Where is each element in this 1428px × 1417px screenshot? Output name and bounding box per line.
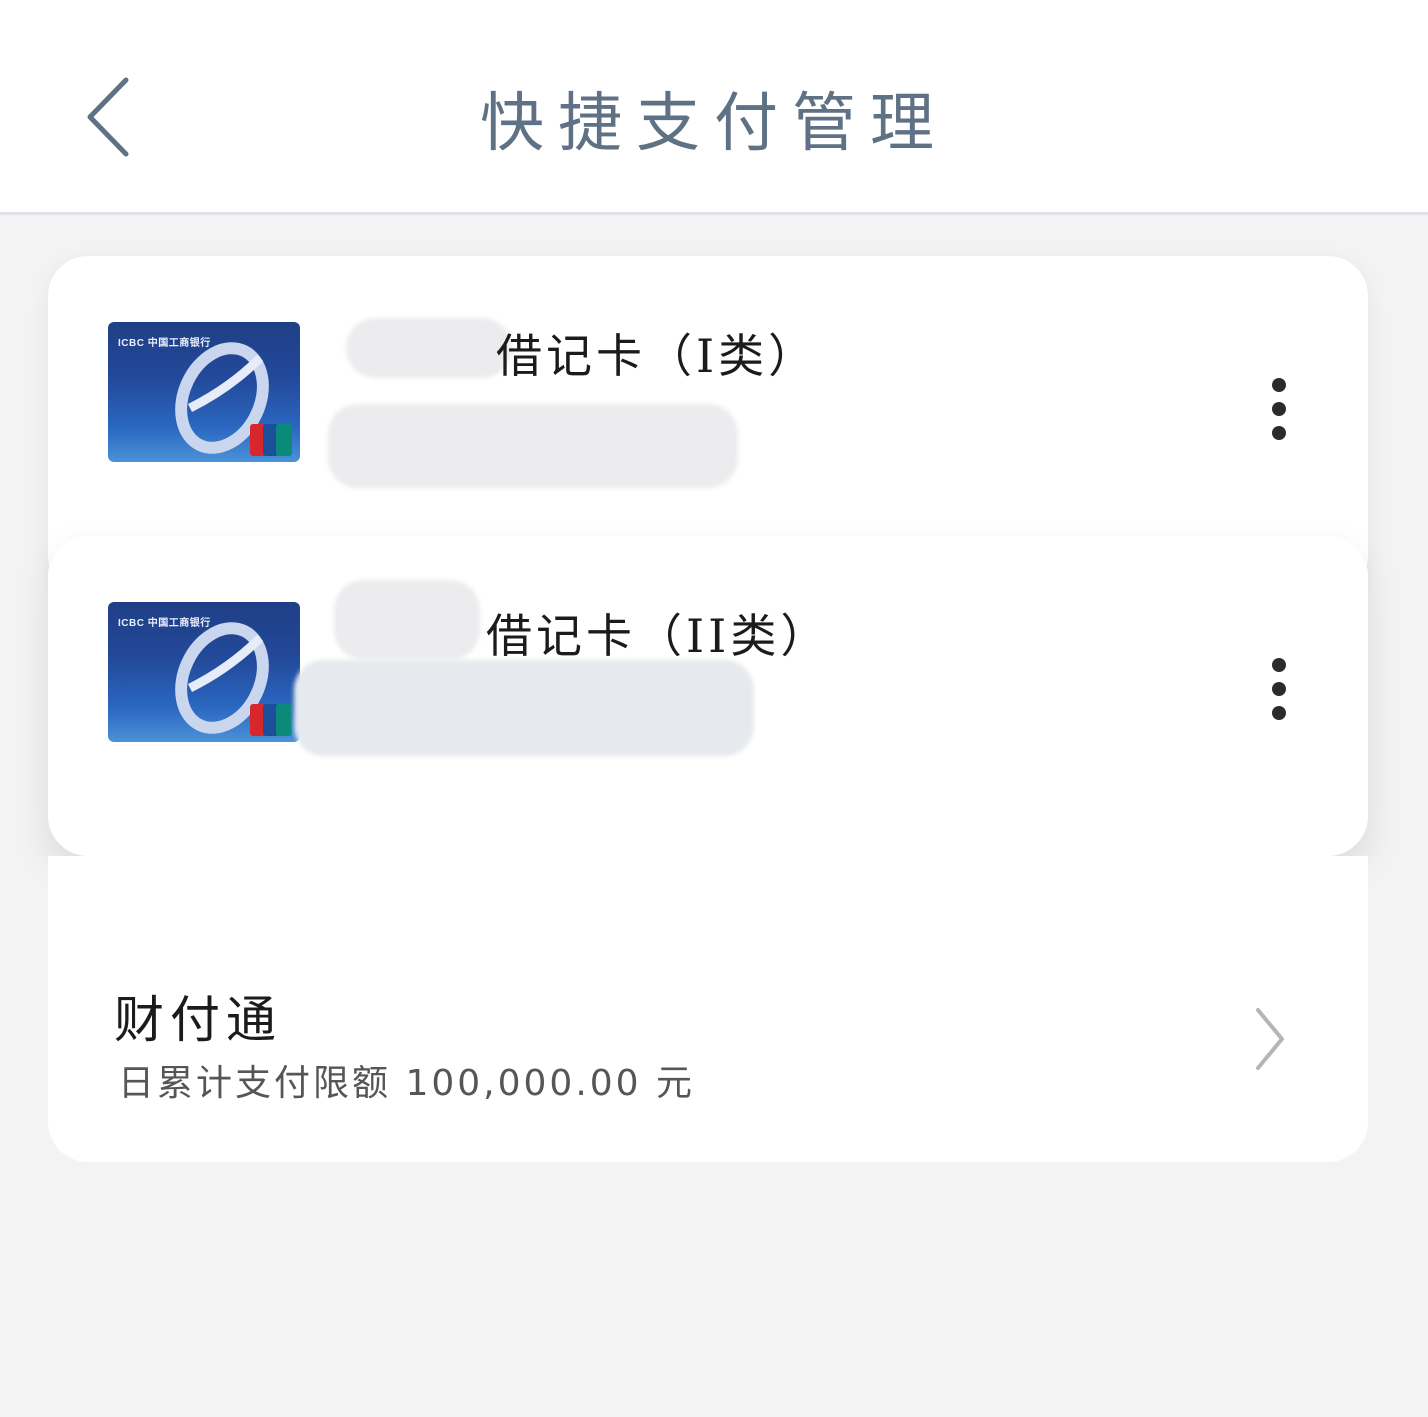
page-title: 快捷支付管理 <box>480 87 948 161</box>
unionpay-icon <box>250 704 292 736</box>
more-dot <box>1272 426 1286 440</box>
redacted-text <box>294 660 754 756</box>
unionpay-icon <box>250 424 292 456</box>
redacted-text <box>346 318 512 378</box>
tenpay-title: 财付通 <box>114 991 282 1049</box>
header-bar: 快捷支付管理 <box>0 0 1428 215</box>
redacted-text <box>334 580 480 660</box>
more-dot <box>1272 402 1286 416</box>
redacted-text <box>328 404 738 488</box>
tenpay-item[interactable]: 财付通 日累计支付限额 100,000.00 元 <box>48 856 1368 1162</box>
card-more-button[interactable] <box>1264 658 1294 738</box>
card-name: 借记卡（II类） <box>486 609 831 663</box>
more-dot <box>1272 706 1286 720</box>
card-more-button[interactable] <box>1264 378 1294 458</box>
bank-card-item[interactable]: ICBC 中国工商银行 借记卡（II类） <box>48 536 1368 856</box>
more-dot <box>1272 682 1286 696</box>
more-vertical-icon <box>1272 378 1286 392</box>
bank-card-thumbnail: ICBC 中国工商银行 <box>108 322 300 462</box>
tenpay-limit-text: 日累计支付限额 100,000.00 元 <box>118 1063 696 1104</box>
chevron-right-icon <box>1256 1008 1284 1070</box>
bank-card-thumbnail: ICBC 中国工商银行 <box>108 602 300 742</box>
card-name: 借记卡（I类） <box>496 329 819 383</box>
more-vertical-icon <box>1272 658 1286 672</box>
